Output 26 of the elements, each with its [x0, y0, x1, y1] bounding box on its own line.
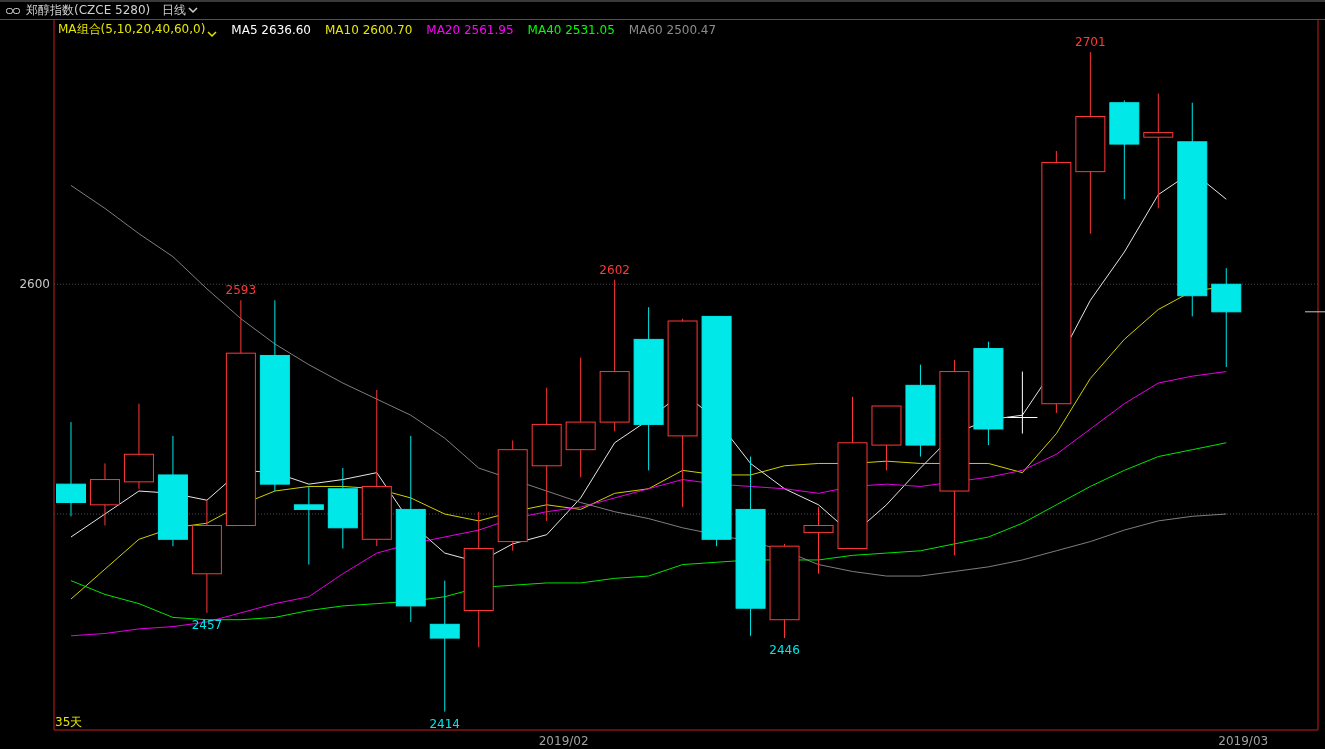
chevron-down-icon	[207, 31, 218, 38]
ma-legend-item: MA10 2600.70	[325, 22, 413, 37]
ma-legend-item: MA40 2531.05	[527, 22, 615, 37]
candlestick	[1006, 371, 1038, 435]
low-price-label: 2446	[769, 643, 800, 658]
day-count: 35天	[55, 715, 83, 729]
chevron-down-icon	[188, 7, 199, 14]
instrument-title: 郑醇指数(CZCE 5280)	[26, 2, 151, 19]
link-icon	[6, 6, 20, 15]
low-price-label: 2414	[429, 716, 461, 731]
x-axis-label: 2019/03	[1218, 734, 1269, 748]
candlestick	[89, 462, 120, 526]
candlestick	[871, 405, 902, 471]
candlestick	[803, 506, 834, 575]
period-dropdown[interactable]: 日线	[156, 2, 199, 19]
high-price-label: 2593	[225, 283, 257, 298]
ma-selector-dropdown[interactable]: MA组合(5,10,20,40,60,0)	[58, 21, 218, 38]
y-axis-label: 2600	[19, 277, 50, 292]
ma-legend-item: MA5 2636.60	[231, 22, 311, 37]
ma-legend-item: MA20 2561.95	[426, 22, 514, 37]
x-axis-label: 2019/02	[538, 734, 589, 748]
high-price-label: 2701	[1075, 35, 1106, 50]
ma-legend-item: MA60 2500.47	[628, 22, 717, 37]
last-price-marker	[1304, 311, 1325, 313]
low-price-label: 2457	[191, 617, 223, 632]
high-price-label: 2602	[599, 262, 630, 277]
